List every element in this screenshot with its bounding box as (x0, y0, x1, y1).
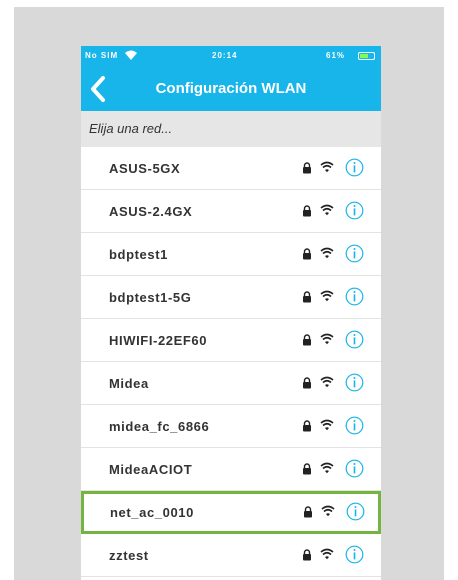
network-row[interactable]: ASUS-5GX (81, 147, 381, 190)
info-icon[interactable] (345, 201, 364, 220)
wifi-signal-icon (320, 548, 334, 560)
lock-icon (304, 506, 312, 518)
network-name: bdptest1 (109, 247, 168, 262)
network-row[interactable]: midea_fc_6866 (81, 405, 381, 448)
clock: 20:14 (212, 51, 238, 60)
wifi-signal-icon (320, 161, 334, 173)
network-row[interactable]: HIWIFI-22EF60 (81, 319, 381, 362)
phone-screen: No SIM 20:14 61% Configuración WLAN Elij… (81, 46, 381, 580)
battery-percent: 61% (326, 51, 346, 60)
network-name: bdptest1-5G (109, 290, 192, 305)
info-icon[interactable] (345, 330, 364, 349)
lock-icon (303, 549, 311, 561)
network-name: HIWIFI-22EF60 (109, 333, 208, 348)
lock-icon (303, 463, 311, 475)
network-name: zztest (109, 548, 149, 563)
wifi-icon (125, 50, 137, 60)
network-name: ASUS-5GX (109, 161, 181, 176)
battery-level (360, 54, 368, 58)
info-icon[interactable] (346, 502, 365, 521)
network-row[interactable]: MideaACIOT (81, 448, 381, 491)
wifi-signal-icon (320, 204, 334, 216)
wifi-signal-icon (320, 247, 334, 259)
network-row[interactable]: bdptest1-5G (81, 276, 381, 319)
page-title: Configuración WLAN (155, 80, 307, 97)
battery-icon (358, 52, 375, 60)
info-icon[interactable] (345, 373, 364, 392)
network-row[interactable]: zztest (81, 534, 381, 577)
network-name: midea_fc_6866 (109, 419, 210, 434)
network-row-selected[interactable]: net_ac_0010 (81, 491, 381, 534)
info-icon[interactable] (345, 459, 364, 478)
network-row[interactable]: bdptest1 (81, 233, 381, 276)
network-name: net_ac_0010 (110, 505, 194, 520)
lock-icon (303, 205, 311, 217)
status-bar: No SIM 20:14 61% (81, 46, 381, 67)
network-prompt: Elija una red... (81, 111, 381, 147)
network-name: MideaACIOT (109, 462, 193, 477)
lock-icon (303, 377, 311, 389)
lock-icon (303, 248, 311, 260)
wifi-signal-icon (320, 462, 334, 474)
network-list: ASUS-5GX ASUS-2.4GX bdptest1 bdptest1-5G HIW… (81, 147, 381, 577)
network-row[interactable]: Midea (81, 362, 381, 405)
wifi-signal-icon (320, 333, 334, 345)
info-icon[interactable] (345, 545, 364, 564)
lock-icon (303, 162, 311, 174)
carrier-label: No SIM (85, 51, 119, 60)
network-row[interactable]: ASUS-2.4GX (81, 190, 381, 233)
lock-icon (303, 291, 311, 303)
info-icon[interactable] (345, 158, 364, 177)
network-name: ASUS-2.4GX (109, 204, 193, 219)
info-icon[interactable] (345, 287, 364, 306)
nav-bar: Configuración WLAN (81, 67, 381, 111)
network-name: Midea (109, 376, 149, 391)
wifi-signal-icon (321, 505, 335, 517)
info-icon[interactable] (345, 244, 364, 263)
wifi-signal-icon (320, 419, 334, 431)
lock-icon (303, 334, 311, 346)
info-icon[interactable] (345, 416, 364, 435)
wifi-signal-icon (320, 290, 334, 302)
wifi-signal-icon (320, 376, 334, 388)
lock-icon (303, 420, 311, 432)
